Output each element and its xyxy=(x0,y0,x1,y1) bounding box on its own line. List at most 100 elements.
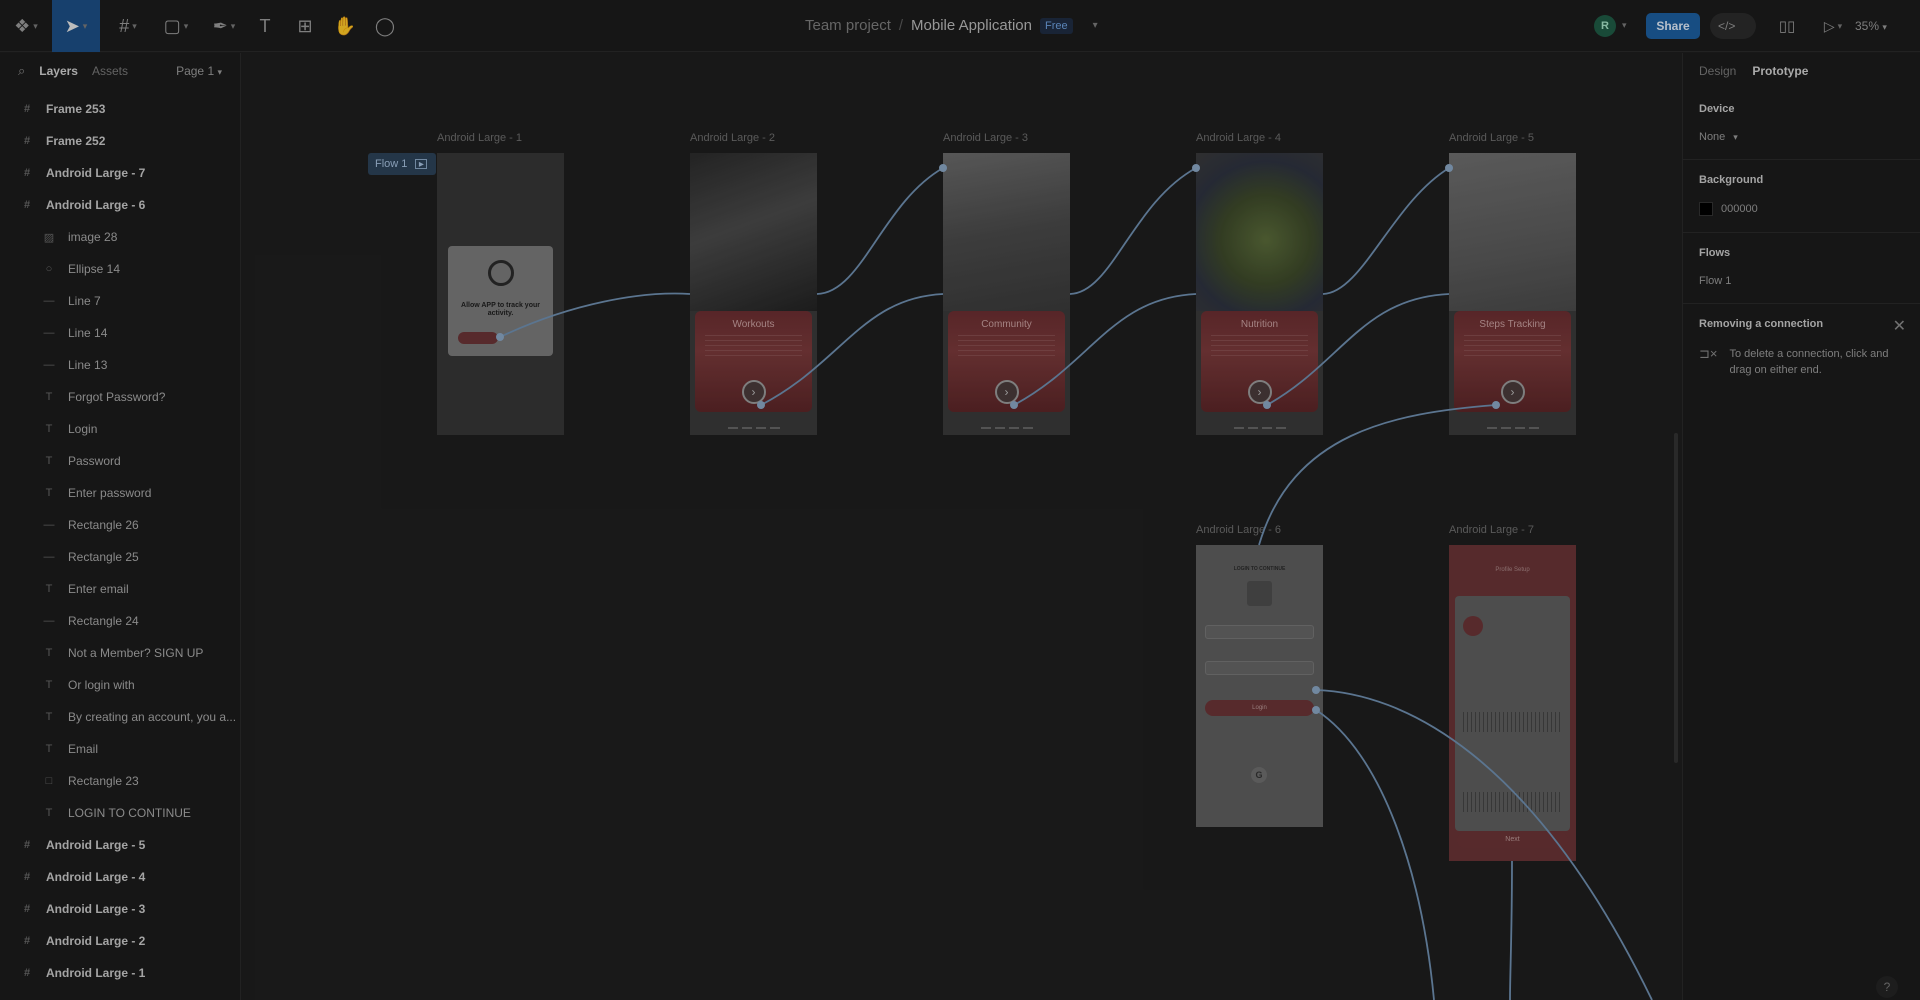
background-swatch[interactable] xyxy=(1699,202,1713,216)
layer-item[interactable]: # Android Large - 7 xyxy=(0,157,240,189)
library-button[interactable]: ▯▯ xyxy=(1772,0,1802,52)
close-icon[interactable]: ✕ xyxy=(1893,316,1906,336)
frame-icon: # xyxy=(23,935,31,947)
connection-handle xyxy=(1312,706,1320,714)
layer-item[interactable]: — Rectangle 24 xyxy=(0,605,240,637)
layer-item[interactable]: — Rectangle 26 xyxy=(0,509,240,541)
layer-item[interactable]: T Enter password xyxy=(0,477,240,509)
flow-item[interactable]: Flow 1 xyxy=(1699,275,1904,287)
tab-layers[interactable]: Layers xyxy=(39,64,78,78)
connection-7-next xyxy=(1509,860,1513,1000)
layer-label: image 28 xyxy=(68,230,118,244)
layer-label: Frame 252 xyxy=(46,134,106,148)
layer-label: Email xyxy=(68,742,99,756)
page-selector[interactable]: Page 1 ▾ xyxy=(176,64,222,78)
layer-item[interactable]: T Not a Member? SIGN UP xyxy=(0,637,240,669)
layer-label: Ellipse 14 xyxy=(68,262,121,276)
connection-4-3-back xyxy=(1069,167,1197,295)
top-toolbar: ❖ ▾ ➤ ▾ # ▾ ▢ ▾ ✒ ▾ T ⊞ ✋ ◯ Team project / Mo… xyxy=(0,0,1920,52)
layer-item[interactable]: # Android Large - 3 xyxy=(0,893,240,925)
dev-mode-toggle[interactable]: </> xyxy=(1710,13,1756,39)
chevron-down-icon: ▾ xyxy=(1882,22,1887,32)
layer-label: Or login with xyxy=(68,678,135,692)
layers-panel-header: ⌕ Layers Assets Page 1 ▾ xyxy=(0,53,240,89)
present-button[interactable]: ▷ ▾ xyxy=(1818,0,1848,52)
tab-assets[interactable]: Assets xyxy=(92,64,128,78)
tab-design[interactable]: Design xyxy=(1699,64,1736,78)
resources-button[interactable]: ⊞ xyxy=(290,0,320,52)
layer-item[interactable]: T Email xyxy=(0,733,240,765)
layer-item[interactable]: # Android Large - 2 xyxy=(0,925,240,957)
connection-5-6 xyxy=(1258,404,1497,546)
layer-item[interactable]: # Android Large - 1 xyxy=(0,957,240,989)
layer-item[interactable]: T Or login with xyxy=(0,669,240,701)
layer-item[interactable]: ○ Ellipse 14 xyxy=(0,253,240,285)
search-icon[interactable]: ⌕ xyxy=(18,63,25,79)
layer-item[interactable]: ▨ image 28 xyxy=(0,221,240,253)
connection-handle xyxy=(757,401,765,409)
chevron-down-icon[interactable]: ▾ xyxy=(1093,20,1098,31)
layer-item[interactable]: T LOGIN TO CONTINUE xyxy=(0,797,240,829)
main-menu-button[interactable]: ❖ ▾ xyxy=(8,0,44,52)
canvas-scrollbar[interactable] xyxy=(1674,433,1678,763)
line-icon: — xyxy=(43,295,55,307)
figma-app: ❖ ▾ ➤ ▾ # ▾ ▢ ▾ ✒ ▾ T ⊞ ✋ ◯ Team project / Mo… xyxy=(0,0,1920,1000)
pen-tool-button[interactable]: ✒ ▾ xyxy=(204,0,244,52)
figma-logo-icon: ❖ xyxy=(14,15,31,36)
layer-item[interactable]: — Line 14 xyxy=(0,317,240,349)
layer-item[interactable]: T Password xyxy=(0,445,240,477)
background-fill[interactable]: 000000 xyxy=(1699,202,1904,216)
zoom-level[interactable]: 35% ▾ xyxy=(1855,19,1887,33)
project-name[interactable]: Team project xyxy=(805,17,891,34)
frame-icon: # xyxy=(23,903,31,915)
device-select[interactable]: None ▾ xyxy=(1699,131,1904,143)
user-avatar[interactable]: R xyxy=(1594,15,1616,37)
move-tool-button[interactable]: ➤ ▾ xyxy=(52,0,100,52)
chevron-down-icon[interactable]: ▾ xyxy=(1622,20,1627,31)
tab-prototype[interactable]: Prototype xyxy=(1752,64,1808,78)
layer-label: Android Large - 4 xyxy=(46,870,146,884)
text-icon: T xyxy=(45,487,53,499)
flows-section: Flows Flow 1 xyxy=(1683,233,1920,304)
removing-hint: ⊐× To delete a connection, click and dra… xyxy=(1699,346,1904,378)
help-button[interactable]: ? xyxy=(1876,976,1898,998)
layer-label: Android Large - 2 xyxy=(46,934,146,948)
rectangle-icon: — xyxy=(43,551,55,563)
layer-item[interactable]: # Frame 252 xyxy=(0,125,240,157)
layer-item[interactable]: # Android Large - 4 xyxy=(0,861,240,893)
text-icon: T xyxy=(45,391,53,403)
text-icon: T xyxy=(45,711,53,723)
text-tool-button[interactable]: T xyxy=(250,0,280,52)
design-canvas[interactable]: Android Large - 1 Android Large - 2 Andr… xyxy=(242,53,1682,1000)
layer-item[interactable]: # Android Large - 6 xyxy=(0,189,240,221)
layer-label: By creating an account, you a... xyxy=(68,710,237,724)
connection-handle xyxy=(1312,686,1320,694)
layer-item[interactable]: T Forgot Password? xyxy=(0,381,240,413)
flows-title: Flows xyxy=(1699,247,1731,259)
layer-item[interactable]: # Frame 253 xyxy=(0,93,240,125)
connection-5-4-back xyxy=(1322,167,1450,295)
layer-item[interactable]: — Line 7 xyxy=(0,285,240,317)
layer-item[interactable]: T Enter email xyxy=(0,573,240,605)
background-title: Background xyxy=(1699,174,1764,186)
frame-icon: # xyxy=(23,103,31,115)
background-hex[interactable]: 000000 xyxy=(1721,203,1758,215)
connection-handle xyxy=(939,164,947,172)
layer-item[interactable]: # Android Large - 5 xyxy=(0,829,240,861)
layer-item[interactable]: T By creating an account, you a... xyxy=(0,701,240,733)
document-title[interactable]: Mobile Application xyxy=(911,17,1032,34)
layer-label: Rectangle 26 xyxy=(68,518,139,532)
comment-tool-button[interactable]: ◯ xyxy=(370,0,400,52)
share-button[interactable]: Share xyxy=(1646,13,1700,39)
layer-item[interactable]: □ Rectangle 23 xyxy=(0,765,240,797)
play-icon: ▷ xyxy=(1823,17,1835,34)
hand-tool-button[interactable]: ✋ xyxy=(330,0,360,52)
hand-icon: ✋ xyxy=(333,15,357,36)
frame-tool-button[interactable]: # ▾ xyxy=(108,0,148,52)
connection-6-forgot xyxy=(1315,689,1653,1000)
layer-item[interactable]: — Line 13 xyxy=(0,349,240,381)
layer-label: Android Large - 7 xyxy=(46,166,146,180)
layer-item[interactable]: T Login xyxy=(0,413,240,445)
shape-tool-button[interactable]: ▢ ▾ xyxy=(156,0,196,52)
layer-item[interactable]: — Rectangle 25 xyxy=(0,541,240,573)
